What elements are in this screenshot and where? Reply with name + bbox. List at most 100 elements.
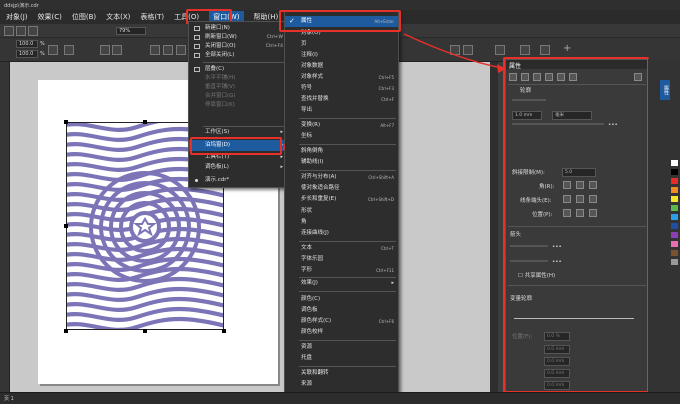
annotation-arrows xyxy=(283,33,506,150)
docker-source[interactable]: 来源 xyxy=(285,380,398,389)
scale-x-field[interactable]: 100.0 xyxy=(16,40,38,48)
title-bar: ddsjp\演示.cdr xyxy=(0,0,680,10)
docker-align[interactable]: 对齐与分布(A) Ctrl+Shift+A xyxy=(285,173,398,182)
color-swatch[interactable] xyxy=(671,223,678,229)
color-swatch[interactable] xyxy=(671,187,678,193)
docker-tray-label: 托盘 xyxy=(301,355,313,361)
docker-step-repeat-shortcut: Ctrl+Shift+D xyxy=(368,197,394,202)
arrange-icon[interactable] xyxy=(150,45,160,55)
lock-ratio-icon[interactable] xyxy=(48,45,58,55)
window-menu-palettes[interactable]: 调色板(L) ▸ xyxy=(189,163,287,172)
group-icon[interactable] xyxy=(163,45,173,55)
menu-effects[interactable]: 效果(C) xyxy=(38,12,62,22)
document-title: ddsjp\演示.cdr xyxy=(4,3,39,9)
plus-icon[interactable]: + xyxy=(563,43,571,54)
toolbox xyxy=(0,62,10,392)
docker-glyphs-label: 字形 xyxy=(301,267,313,273)
docker-corner[interactable]: 角 xyxy=(285,218,398,227)
docker-color-styles-label: 颜色样式(C) xyxy=(301,318,332,324)
docker-color[interactable]: 颜色(C) xyxy=(285,295,398,304)
chevron-right-icon: ▸ xyxy=(280,164,283,170)
docker-color-styles-shortcut: Ctrl+F6 xyxy=(378,319,394,324)
docker-palettes[interactable]: 调色板 xyxy=(285,306,398,315)
docker-align-shortcut: Ctrl+Shift+A xyxy=(368,175,394,180)
docker-assets[interactable]: 资源 xyxy=(285,343,398,352)
menu-object[interactable]: 对象(J) xyxy=(6,12,28,22)
color-swatch[interactable] xyxy=(671,169,678,175)
docker-text-shortcut: Ctrl+T xyxy=(381,246,394,251)
docker-links[interactable]: 关联和翻转 xyxy=(285,369,398,378)
docker-font-playground-label: 字体乐园 xyxy=(301,256,324,262)
docker-corner-label: 角 xyxy=(301,219,307,225)
docker-text[interactable]: 文本 Ctrl+T xyxy=(285,244,398,253)
color-swatch[interactable] xyxy=(671,196,678,202)
color-swatch[interactable] xyxy=(671,160,678,166)
docker-color-proof-label: 颜色校样 xyxy=(301,329,324,335)
menu-text[interactable]: 文本(X) xyxy=(106,12,130,22)
new-icon[interactable] xyxy=(4,26,14,36)
selection-handle-bm[interactable] xyxy=(143,329,147,333)
mirror-v-icon[interactable] xyxy=(112,45,122,55)
menu-bitmap[interactable]: 位图(B) xyxy=(72,12,96,22)
docker-step-repeat-label: 步长和重复(E) xyxy=(301,196,337,202)
docker-color-styles[interactable]: 颜色样式(C) Ctrl+F6 xyxy=(285,317,398,326)
zoom-field[interactable]: 79% xyxy=(116,27,146,35)
mirror-h-icon[interactable] xyxy=(100,45,110,55)
scale-y-field[interactable]: 100.0 xyxy=(16,50,38,58)
docker-effects[interactable]: 效果(J) ▸ xyxy=(285,279,398,288)
docker-shaping[interactable]: 形状 xyxy=(285,207,398,216)
docker-effects-label: 效果(J) xyxy=(301,280,318,286)
window-menu-document[interactable]: 演示.cdr* xyxy=(189,176,287,185)
color-swatch[interactable] xyxy=(671,259,678,265)
window-menu-cascade-label: 层叠(C) xyxy=(205,66,225,72)
properties-dock-tab-label: 属性 xyxy=(663,85,669,95)
selection-handle-tl[interactable] xyxy=(64,120,68,124)
combine-icon[interactable] xyxy=(176,45,186,55)
window-menu-close-label: 关闭窗口(O) xyxy=(205,43,236,49)
docker-fit-path[interactable]: 使对象适合路径 xyxy=(285,184,398,193)
window-menu-palettes-label: 调色板(L) xyxy=(205,164,229,170)
open-icon[interactable] xyxy=(16,26,26,36)
color-swatch[interactable] xyxy=(671,205,678,211)
menu-separator xyxy=(299,340,396,341)
docker-color-label: 颜色(C) xyxy=(301,296,321,302)
selection-handle-br[interactable] xyxy=(222,329,226,333)
scale-unit-y: % xyxy=(40,51,45,57)
scale-unit-x: % xyxy=(40,41,45,47)
bullet-icon xyxy=(195,179,198,182)
docker-glyphs[interactable]: 字形 Ctrl+F11 xyxy=(285,266,398,275)
docker-color-proof[interactable]: 颜色校样 xyxy=(285,328,398,337)
color-swatch[interactable] xyxy=(671,178,678,184)
docker-links-label: 关联和翻转 xyxy=(301,370,329,376)
window-menu-close-all-label: 全部关闭(L) xyxy=(205,52,235,58)
intersect-icon[interactable] xyxy=(540,45,550,55)
cascade-icon xyxy=(194,67,200,72)
save-icon[interactable] xyxy=(28,26,38,36)
properties-dock-tab[interactable]: 属性 xyxy=(660,80,670,100)
trim-icon[interactable] xyxy=(520,45,530,55)
docker-text-label: 文本 xyxy=(301,245,313,251)
page-indicator: 页 1 xyxy=(4,396,14,402)
selection-handle-tm[interactable] xyxy=(143,120,147,124)
color-swatch[interactable] xyxy=(671,214,678,220)
docker-font-playground[interactable]: 字体乐园 xyxy=(285,255,398,264)
docker-step-repeat[interactable]: 步长和重复(E) Ctrl+Shift+D xyxy=(285,195,398,204)
color-swatch[interactable] xyxy=(671,232,678,238)
docker-source-label: 来源 xyxy=(301,381,313,387)
color-swatch[interactable] xyxy=(671,241,678,247)
zoom-value: 79% xyxy=(119,28,131,34)
docker-shaping-label: 形状 xyxy=(301,208,313,214)
docker-tray[interactable]: 托盘 xyxy=(285,354,398,363)
selection-handle-ml[interactable] xyxy=(64,224,68,228)
close-all-icon xyxy=(194,53,200,58)
docker-palettes-label: 调色板 xyxy=(301,307,318,313)
docker-join-curves[interactable]: 连接曲线(J) xyxy=(285,229,398,238)
color-swatch[interactable] xyxy=(671,250,678,256)
menu-table[interactable]: 表格(T) xyxy=(140,12,164,22)
selection-handle-bl[interactable] xyxy=(64,329,68,333)
properties-panel-highlight-box xyxy=(503,57,649,393)
scale-y-value: 100.0 xyxy=(19,51,34,57)
rotate-icon[interactable] xyxy=(64,45,74,55)
window-menu-dock-label: 停靠窗口(K) xyxy=(205,102,235,108)
menu-separator xyxy=(299,277,396,278)
